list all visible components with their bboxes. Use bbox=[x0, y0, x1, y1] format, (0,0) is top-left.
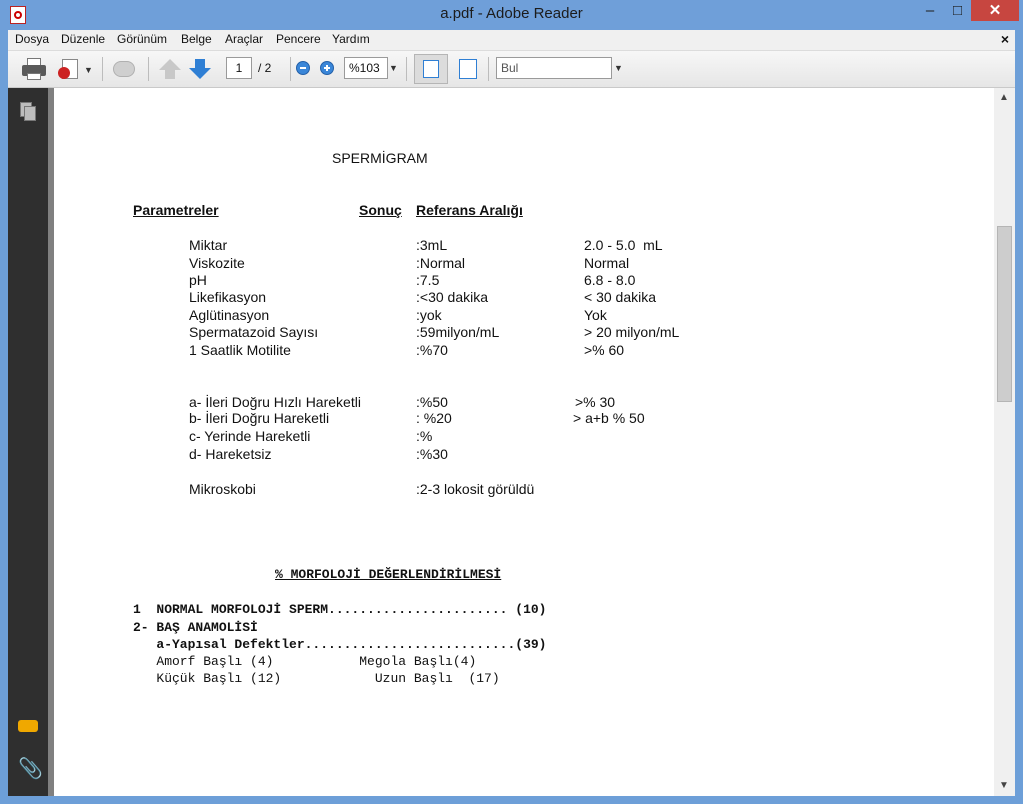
navigation-pane: 📎 bbox=[8, 88, 48, 796]
row-result: :yok bbox=[416, 307, 442, 323]
motility-name: b- İleri Doğru Hareketli bbox=[189, 410, 330, 426]
row-ref: < 30 dakika bbox=[584, 289, 656, 305]
morphology-line: 2- BAŞ ANAMOLİSİ bbox=[133, 620, 258, 635]
zoom-out-icon[interactable] bbox=[296, 61, 310, 75]
row-name: Aglütinasyon bbox=[189, 307, 270, 323]
header-sonuc: Sonuç bbox=[359, 202, 402, 218]
attachment-icon[interactable]: 📎 bbox=[18, 756, 43, 780]
menu-gorunum[interactable]: Görünüm bbox=[117, 32, 167, 46]
header-parametreler: Parametreler bbox=[133, 202, 219, 218]
window-title: a.pdf - Adobe Reader bbox=[440, 5, 583, 22]
motility-result: :%50 bbox=[416, 394, 448, 410]
morphology-line: Küçük Başlı (12) Uzun Başlı (17) bbox=[133, 671, 500, 686]
row-ref: > 20 milyon/mL bbox=[584, 324, 680, 340]
fit-width-icon[interactable] bbox=[456, 57, 480, 81]
row-name: pH bbox=[189, 272, 207, 288]
motility-ref: >% 30 bbox=[575, 394, 616, 410]
row-name: Likefikasyon bbox=[189, 289, 267, 305]
document-close-icon[interactable]: × bbox=[1001, 31, 1009, 47]
row-ref: >% 60 bbox=[584, 342, 625, 358]
title-bar: a.pdf - Adobe Reader – □ ✕ bbox=[0, 0, 1023, 30]
row-result: :%70 bbox=[416, 342, 448, 358]
maximize-button[interactable]: □ bbox=[945, 0, 970, 21]
row-name: Viskozite bbox=[189, 255, 245, 271]
micro-name: Mikroskobi bbox=[189, 481, 256, 497]
next-page-icon[interactable] bbox=[189, 57, 211, 81]
row-result: :<30 dakika bbox=[416, 289, 488, 305]
morphology-line: Amorf Başlı (4) Megola Başlı(4) bbox=[133, 654, 477, 669]
close-button[interactable]: ✕ bbox=[971, 0, 1019, 21]
micro-result: :2-3 lokosit görüldü bbox=[416, 481, 535, 497]
fit-page-icon[interactable] bbox=[414, 54, 448, 84]
page-number-input[interactable]: 1 bbox=[226, 57, 252, 79]
row-ref: 2.0 - 5.0 mL bbox=[584, 237, 663, 253]
row-result: :Normal bbox=[416, 255, 466, 271]
menu-araclar[interactable]: Araçlar bbox=[225, 32, 263, 46]
pdf-page: SPERMİGRAM Parametreler Sonuç Referans A… bbox=[54, 88, 994, 796]
toolbar-divider bbox=[102, 57, 103, 81]
row-ref: Normal bbox=[584, 255, 630, 271]
search-dropdown-icon[interactable]: ▼ bbox=[614, 63, 623, 73]
page-total: / 2 bbox=[258, 61, 272, 75]
toolbar-divider bbox=[488, 57, 489, 81]
pages-icon[interactable] bbox=[18, 102, 38, 122]
header-referans: Referans Aralığı bbox=[416, 202, 523, 218]
scroll-up-icon[interactable]: ▲ bbox=[999, 92, 1009, 103]
zoom-level-input[interactable]: %103 bbox=[344, 57, 388, 79]
toolbar: ▼ 1 / 2 %103 ▼ Bul ▼ bbox=[8, 51, 1015, 88]
vertical-scrollbar[interactable]: ▲ ▼ bbox=[994, 88, 1015, 796]
create-pdf-icon[interactable]: ▼ bbox=[58, 57, 93, 81]
toolbar-divider bbox=[290, 57, 291, 81]
row-name: Spermatazoid Sayısı bbox=[189, 324, 319, 340]
toolbar-divider bbox=[148, 57, 149, 81]
motility-result: :%30 bbox=[416, 446, 448, 462]
minimize-button[interactable]: – bbox=[915, 0, 945, 21]
motility-result: :% bbox=[416, 428, 433, 444]
menu-yardim[interactable]: Yardım bbox=[332, 32, 370, 46]
motility-ref: > a+b % 50 bbox=[573, 410, 645, 426]
previous-page-icon[interactable] bbox=[159, 57, 181, 81]
cloud-share-icon[interactable] bbox=[110, 57, 138, 81]
row-name: 1 Saatlik Motilite bbox=[189, 342, 291, 358]
comment-icon[interactable] bbox=[18, 718, 38, 738]
zoom-in-icon[interactable] bbox=[320, 61, 334, 75]
doc-title: SPERMİGRAM bbox=[332, 150, 428, 166]
menu-pencere[interactable]: Pencere bbox=[276, 32, 321, 46]
menu-bar: Dosya Düzenle Görünüm Belge Araçlar Penc… bbox=[8, 30, 1015, 51]
print-icon[interactable] bbox=[22, 57, 46, 81]
scroll-down-icon[interactable]: ▼ bbox=[999, 780, 1009, 791]
document-view[interactable]: SPERMİGRAM Parametreler Sonuç Referans A… bbox=[48, 88, 994, 796]
morphology-line: 1 NORMAL MORFOLOJİ SPERM................… bbox=[133, 602, 547, 617]
row-ref: Yok bbox=[584, 307, 607, 323]
motility-name: d- Hareketsiz bbox=[189, 446, 272, 462]
menu-dosya[interactable]: Dosya bbox=[15, 32, 49, 46]
morphology-title: % MORFOLOJİ DEĞERLENDİRİLMESİ bbox=[275, 567, 502, 582]
row-result: :3mL bbox=[416, 237, 448, 253]
row-result: :59milyon/mL bbox=[416, 324, 500, 340]
toolbar-divider bbox=[406, 57, 407, 81]
row-result: :7.5 bbox=[416, 272, 440, 288]
row-ref: 6.8 - 8.0 bbox=[584, 272, 636, 288]
motility-name: a- İleri Doğru Hızlı Hareketli bbox=[189, 394, 361, 410]
scrollbar-thumb[interactable] bbox=[997, 226, 1012, 402]
zoom-dropdown-icon[interactable]: ▼ bbox=[389, 63, 398, 73]
motility-result: : %20 bbox=[416, 410, 452, 426]
menu-duzenle[interactable]: Düzenle bbox=[61, 32, 105, 46]
row-name: Miktar bbox=[189, 237, 228, 253]
motility-name: c- Yerinde Hareketli bbox=[189, 428, 311, 444]
menu-belge[interactable]: Belge bbox=[181, 32, 212, 46]
morphology-line: a-Yapısal Defektler.....................… bbox=[133, 637, 547, 652]
search-input[interactable]: Bul bbox=[496, 57, 612, 79]
